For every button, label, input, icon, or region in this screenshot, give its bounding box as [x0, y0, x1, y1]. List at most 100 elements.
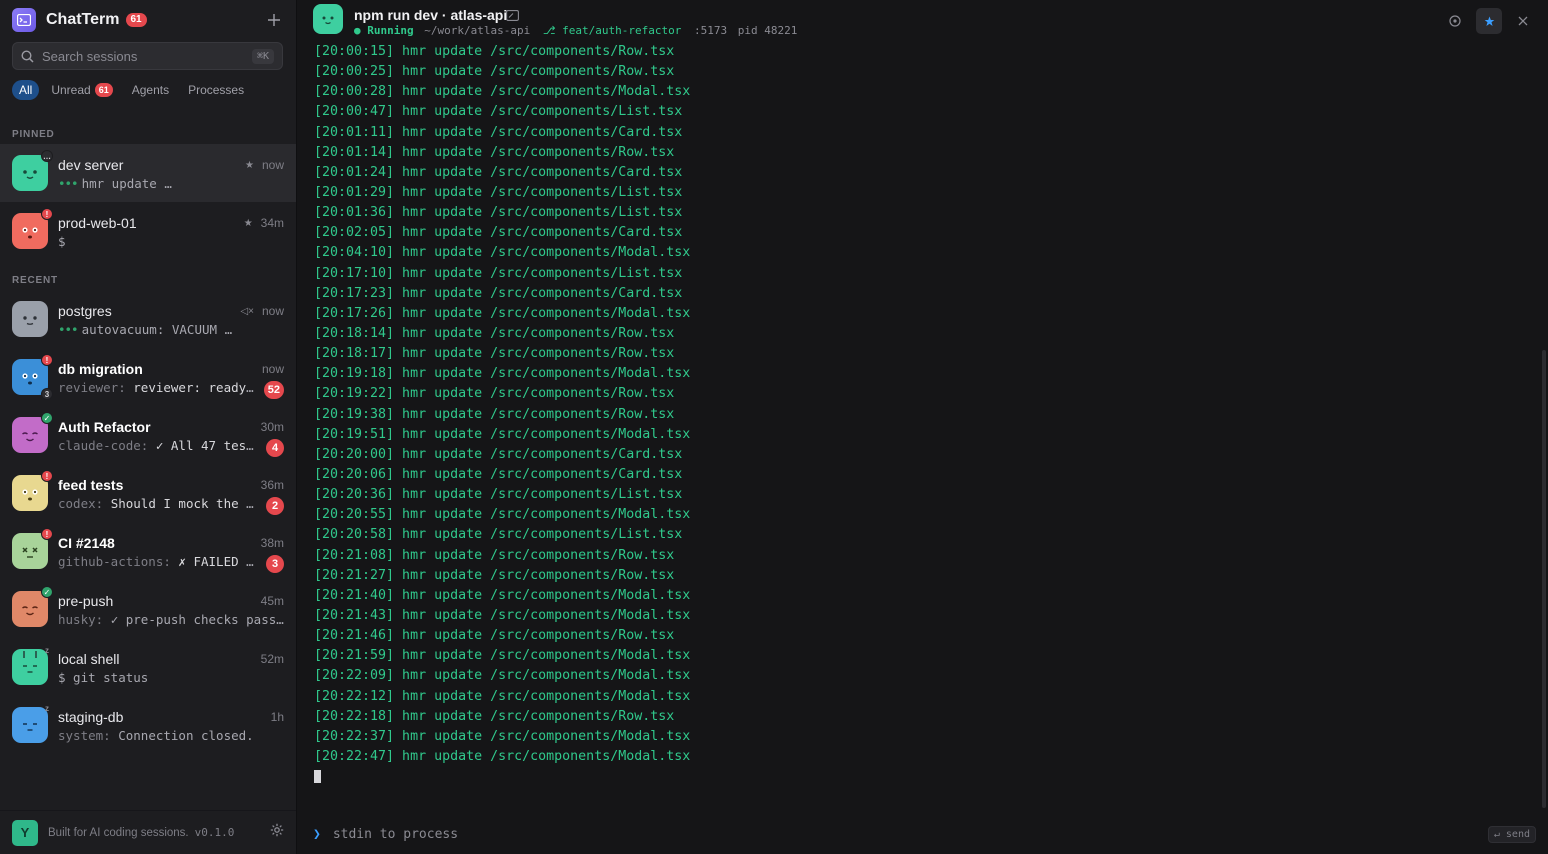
settings-button[interactable]: [270, 823, 284, 842]
status-label: Running: [367, 24, 414, 37]
avatar: !: [12, 528, 53, 569]
session-preview: codex: Should I mock the Re…: [58, 496, 254, 511]
search-input[interactable]: [42, 48, 252, 64]
session-meta: ● Running ~/work/atlas-api ⎇ feat/auth-r…: [354, 24, 797, 37]
session-preview: ••• autovacuum: VACUUM …: [58, 322, 254, 337]
session-title: npm run dev · atlas-api: [354, 7, 508, 23]
activity-dots-icon: •••: [58, 176, 79, 191]
session-item-prod-web-01[interactable]: ! prod-web-01 ★ 34m $: [0, 202, 296, 260]
avatar: z: [12, 704, 49, 743]
session-preview: system: Connection closed.: [58, 728, 284, 743]
session-item-staging-db[interactable]: z staging-db 1h system: Connection close…: [0, 696, 296, 754]
typing-badge: …: [41, 150, 53, 162]
filter-label: All: [19, 83, 33, 97]
session-time: 38m: [260, 536, 284, 550]
close-session-button[interactable]: [1510, 8, 1536, 34]
activity-dots-icon: •••: [58, 322, 79, 337]
terminal-header: npm run dev · atlas-api ● Running ~/work…: [313, 4, 1536, 38]
plus-icon: [268, 14, 280, 26]
session-time: now: [261, 158, 284, 172]
log-line: [20:19:18] hmr update /src/components/Mo…: [314, 366, 691, 382]
session-name: prod-web-01: [58, 215, 137, 231]
log-line: [20:21:08] hmr update /src/components/Ro…: [314, 547, 675, 563]
search-shortcut: ⌘K: [251, 48, 274, 64]
unread-count-badge: 61: [94, 83, 113, 97]
session-name: staging-db: [58, 709, 124, 725]
session-time: 34m: [260, 216, 284, 230]
search-box[interactable]: ⌘K: [12, 42, 283, 70]
log-line: [20:21:40] hmr update /src/components/Mo…: [314, 587, 691, 603]
filter-label: Processes: [188, 83, 245, 97]
preview-body: Should I mock the Re…: [110, 496, 254, 511]
session-item-dev-server[interactable]: … dev server ★ now ••• hmr update …: [0, 144, 296, 202]
session-item-pre-push[interactable]: ✓ pre-push 45m husky: ✓ pre-push checks …: [0, 580, 296, 638]
done-badge: ✓: [41, 586, 53, 598]
stop-process-button[interactable]: [1442, 8, 1468, 34]
session-time: 45m: [260, 594, 284, 608]
pin-button[interactable]: [1476, 8, 1502, 34]
preview-body: autovacuum: VACUUM …: [81, 322, 233, 337]
session-avatar: [313, 4, 343, 34]
log-line: [20:17:10] hmr update /src/components/Li…: [314, 265, 683, 281]
unread-count-badge: 3: [266, 555, 284, 573]
avatar: ✓: [12, 412, 53, 453]
session-preview: $ git status: [58, 670, 254, 685]
avatar: ! 3: [12, 354, 53, 400]
preview-sender: codex:: [58, 496, 104, 511]
pin-icon: ★: [245, 159, 254, 171]
session-item-feed-tests[interactable]: ! feed tests 36m codex: Should I mock th…: [0, 464, 296, 522]
session-time: 36m: [260, 478, 284, 492]
avatar: …: [12, 150, 53, 191]
app-version: v0.1.0: [194, 826, 235, 839]
session-item-postgres[interactable]: postgres ◁× now ••• autovacuum: VACUUM …: [0, 290, 296, 348]
log-line: [20:20:58] hmr update /src/components/Li…: [314, 527, 683, 543]
preview-sender: husky:: [58, 612, 104, 627]
stdin-input[interactable]: [332, 826, 1488, 842]
log-line: [20:01:11] hmr update /src/components/Ca…: [314, 124, 683, 140]
log-line: [20:00:15] hmr update /src/components/Ro…: [314, 44, 675, 59]
session-time: 30m: [260, 420, 284, 434]
terminal-output[interactable]: [20:00:15] hmr update /src/components/Ro…: [314, 42, 1528, 794]
preview-body: $: [58, 234, 66, 249]
log-line: [20:19:22] hmr update /src/components/Ro…: [314, 386, 675, 402]
filter-all[interactable]: All: [12, 80, 40, 100]
search-icon: [21, 49, 34, 63]
filter-agents[interactable]: Agents: [125, 80, 176, 100]
filter-tabs: All Unread 61 Agents Processes: [12, 80, 256, 100]
log-line: [20:22:09] hmr update /src/components/Mo…: [314, 668, 691, 684]
session-preview: reviewer: reviewer: ready …: [58, 380, 254, 395]
user-avatar[interactable]: Y: [12, 819, 38, 846]
log-line: [20:02:05] hmr update /src/components/Ca…: [314, 225, 683, 241]
session-time: now: [261, 362, 284, 376]
muted-icon: ◁×: [240, 305, 254, 317]
avatar: [12, 301, 48, 337]
session-item-auth-refactor[interactable]: ✓ Auth Refactor 30m claude-code: ✓ All 4…: [0, 406, 296, 464]
filter-unread[interactable]: Unread 61: [44, 80, 119, 100]
new-session-button[interactable]: [264, 10, 284, 30]
log-line: [20:00:47] hmr update /src/components/Li…: [314, 104, 683, 120]
log-line: [20:21:59] hmr update /src/components/Mo…: [314, 648, 691, 664]
pin-icon: [1484, 16, 1494, 26]
session-meta: ◁× now: [240, 304, 284, 318]
session-item-ci-2148[interactable]: ! CI #2148 38m github-actions: ✗ FAILED …: [0, 522, 296, 580]
preview-sender: github-actions:: [58, 554, 171, 569]
log-line: [20:20:55] hmr update /src/components/Mo…: [314, 507, 691, 523]
session-item-local-shell[interactable]: z local shell 52m $ git status: [0, 638, 296, 696]
session-name: dev server: [58, 157, 124, 173]
rename-button[interactable]: [506, 10, 519, 24]
avatar: z: [12, 646, 49, 685]
app-header: ChatTerm 61: [12, 8, 284, 32]
branch-icon: ⎇: [542, 24, 556, 37]
working-directory: ~/work/atlas-api: [424, 24, 531, 37]
session-item-db-migration[interactable]: ! 3 db migration now reviewer: reviewer:…: [0, 348, 296, 406]
alert-badge: !: [41, 208, 53, 220]
log-line: [20:00:28] hmr update /src/components/Mo…: [314, 84, 691, 100]
log-line: [20:18:17] hmr update /src/components/Ro…: [314, 346, 675, 362]
close-icon: [1518, 16, 1528, 26]
filter-processes[interactable]: Processes: [181, 80, 251, 100]
send-hint[interactable]: ↵ send: [1487, 825, 1536, 843]
terminal-scrollbar[interactable]: [1542, 350, 1546, 808]
log-line: [20:19:38] hmr update /src/components/Ro…: [314, 406, 675, 422]
log-line: [20:17:26] hmr update /src/components/Mo…: [314, 305, 691, 321]
session-meta: ★ now: [245, 158, 284, 172]
